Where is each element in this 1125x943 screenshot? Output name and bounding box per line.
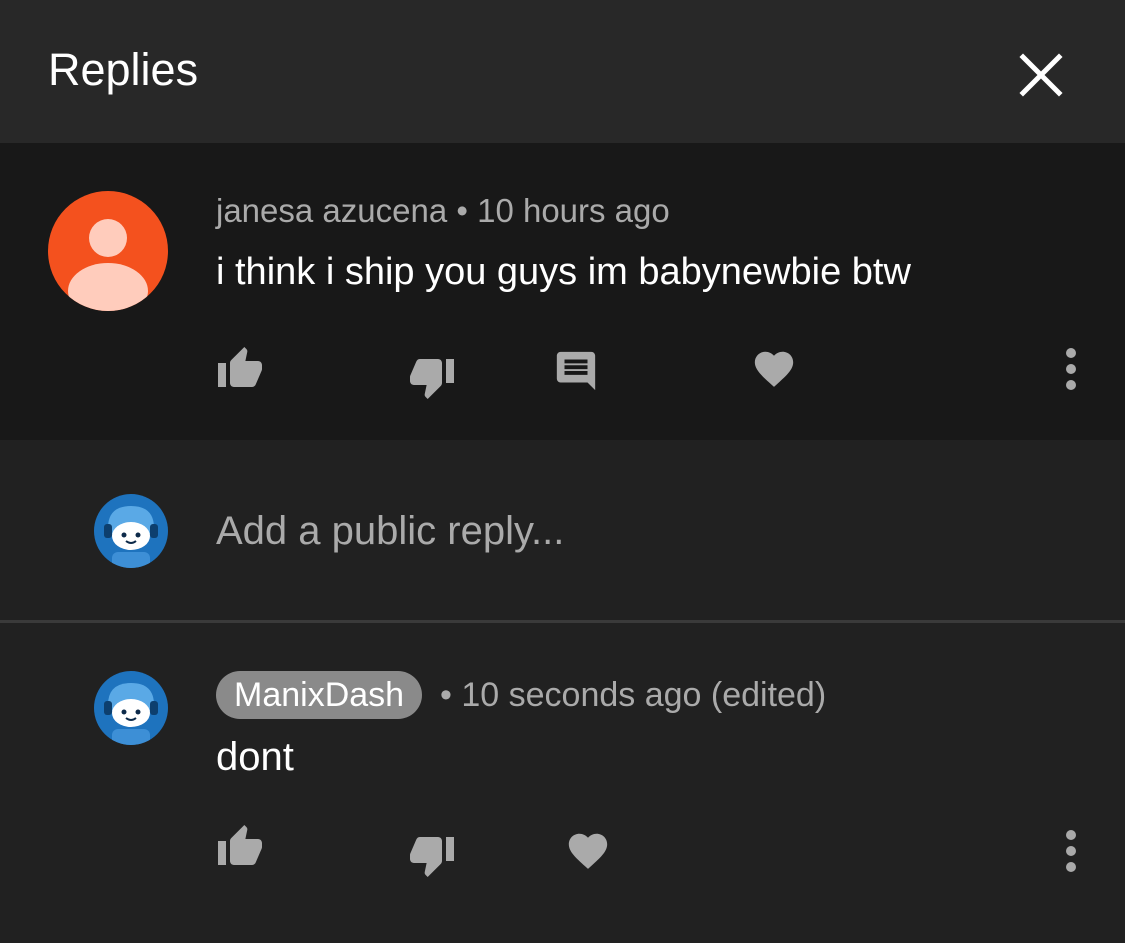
avatar[interactable]: [48, 191, 168, 311]
more-options-button[interactable]: [1039, 337, 1103, 401]
dislike-button[interactable]: [400, 823, 464, 887]
meta-separator: •: [456, 192, 468, 229]
comment-time: 10 seconds ago (edited): [461, 676, 827, 714]
comment-time: 10 hours ago: [477, 192, 670, 229]
heart-button[interactable]: [556, 819, 620, 883]
comment-meta: janesa azucena • 10 hours ago: [216, 191, 670, 231]
more-options-button[interactable]: [1039, 819, 1103, 883]
like-button[interactable]: [208, 815, 272, 879]
comment-meta: • 10 seconds ago (edited): [440, 673, 826, 717]
heart-icon: [568, 833, 608, 869]
meta-separator: •: [440, 676, 452, 714]
more-vert-icon: [1066, 830, 1076, 872]
avatar[interactable]: [94, 671, 168, 745]
reply-input[interactable]: [216, 508, 1076, 554]
reply-comment: ManixDash • 10 seconds ago (edited) dont: [0, 623, 1125, 943]
heart-button[interactable]: [742, 337, 806, 401]
thumbs-down-icon: [410, 837, 454, 877]
replies-header: Replies: [0, 0, 1125, 143]
comment-author[interactable]: janesa azucena: [216, 192, 447, 229]
parent-comment: janesa azucena • 10 hours ago i think i …: [0, 143, 1125, 440]
page-title: Replies: [48, 44, 199, 95]
thumbs-up-icon: [218, 347, 262, 387]
comment-text: i think i ship you guys im babynewbie bt…: [216, 251, 911, 293]
thumbs-up-icon: [218, 825, 262, 865]
user-avatar[interactable]: [94, 494, 168, 568]
close-icon: [1019, 53, 1063, 97]
reply-button[interactable]: [544, 339, 608, 403]
thumbs-down-icon: [410, 359, 454, 399]
comment-text: dont: [216, 735, 294, 779]
close-button[interactable]: [1010, 44, 1072, 106]
reply-icon: [556, 351, 596, 391]
like-button[interactable]: [208, 337, 272, 401]
dislike-button[interactable]: [400, 345, 464, 409]
author-chip[interactable]: ManixDash: [216, 671, 423, 719]
more-vert-icon: [1066, 348, 1076, 390]
reply-box: [0, 440, 1125, 620]
heart-icon: [754, 351, 794, 387]
